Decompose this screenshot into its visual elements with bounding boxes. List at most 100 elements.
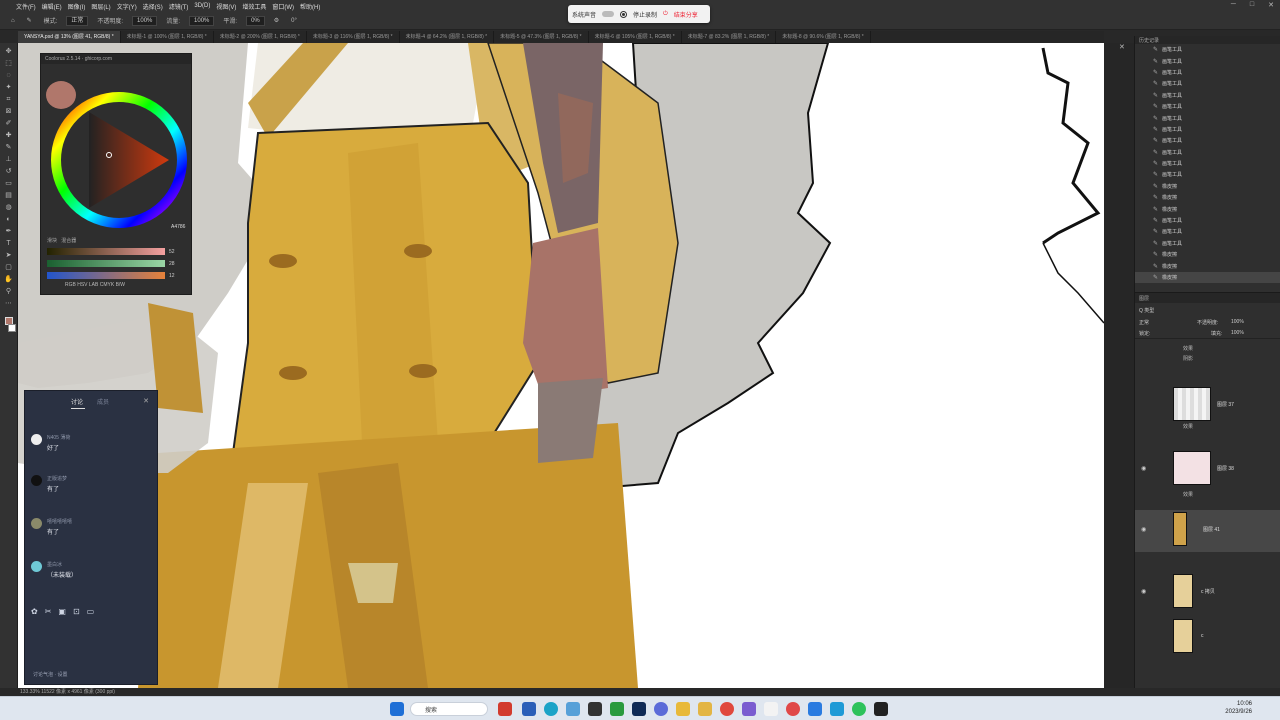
- flow-input[interactable]: 100%: [189, 15, 215, 26]
- layer-name[interactable]: 图层 37: [1217, 401, 1234, 408]
- close-icon[interactable]: ✕: [143, 397, 149, 405]
- tab-untitled-3[interactable]: 未标题-3 @ 116% (图层 1, RGB/8) *: [307, 31, 400, 43]
- menu-image[interactable]: 图像(I): [68, 2, 86, 11]
- more-tools-icon[interactable]: ⋯: [4, 299, 14, 308]
- windows-start-icon[interactable]: [390, 702, 404, 716]
- opacity-input[interactable]: 100%: [132, 15, 158, 26]
- menu-help[interactable]: 帮助(H): [300, 2, 320, 11]
- type-tool-icon[interactable]: T: [4, 239, 14, 248]
- tab-untitled-1[interactable]: 未标题-1 @ 100% (图层 1, RGB/8) *: [121, 31, 214, 43]
- history-item[interactable]: ✎ 画笔工具: [1135, 67, 1280, 78]
- home-icon[interactable]: ⌂: [8, 17, 18, 25]
- history-item[interactable]: ✎ 橡皮擦: [1135, 260, 1280, 271]
- red-value[interactable]: 52: [169, 249, 175, 255]
- visibility-eye-icon[interactable]: ◉: [1141, 526, 1146, 533]
- file-explorer-icon[interactable]: [676, 702, 690, 716]
- move-tool-icon[interactable]: ✥: [4, 47, 14, 56]
- path-select-icon[interactable]: ➤: [4, 251, 14, 260]
- screenshot-icon[interactable]: ⊡: [73, 607, 80, 616]
- tab-sliders[interactable]: 滑块: [47, 238, 57, 244]
- tab-untitled-4[interactable]: 未标题-4 @ 64.2% (图层 1, RGB/8) *: [400, 31, 495, 43]
- app-icon[interactable]: [874, 702, 888, 716]
- brush-tool-icon[interactable]: ✎: [4, 143, 14, 152]
- marquee-tool-icon[interactable]: ⬚: [4, 59, 14, 68]
- effect-label[interactable]: 效果: [1183, 491, 1193, 498]
- visibility-eye-icon[interactable]: ◉: [1141, 465, 1146, 472]
- menu-view[interactable]: 视图(V): [216, 2, 236, 11]
- quick-select-icon[interactable]: ✦: [4, 83, 14, 92]
- app-icon[interactable]: [786, 702, 800, 716]
- layer-filter-kind[interactable]: Q 类型: [1139, 307, 1154, 314]
- history-item[interactable]: ✎ 画笔工具: [1135, 135, 1280, 146]
- tab-untitled-2[interactable]: 未标题-2 @ 200% (图层 1, RGB/8) *: [214, 31, 307, 43]
- gradient-tool-icon[interactable]: ▤: [4, 191, 14, 200]
- healing-brush-icon[interactable]: ✚: [4, 131, 14, 140]
- collapse-panels-icon[interactable]: ✕: [1119, 43, 1125, 51]
- frame-tool-icon[interactable]: ⊠: [4, 107, 14, 116]
- app-icon[interactable]: [610, 702, 624, 716]
- end-share-button[interactable]: 结束分享: [674, 10, 698, 19]
- menu-edit[interactable]: 编辑(E): [42, 2, 62, 11]
- close-icon[interactable]: ✕: [1268, 1, 1274, 9]
- history-item[interactable]: ✎ 橡皮擦: [1135, 192, 1280, 203]
- crop-tool-icon[interactable]: ⌗: [4, 95, 14, 104]
- app-icon[interactable]: [742, 702, 756, 716]
- history-item[interactable]: ✎ 画笔工具: [1135, 101, 1280, 112]
- layer-name[interactable]: c 拷贝: [1201, 588, 1215, 595]
- layer-row[interactable]: 图层 37 效果: [1135, 387, 1280, 430]
- layer-opacity-input[interactable]: 100%: [1231, 319, 1244, 325]
- tab-untitled-7[interactable]: 未标题-7 @ 83.2% (图层 1, RGB/8) *: [682, 31, 777, 43]
- app-icon[interactable]: [808, 702, 822, 716]
- angle-input[interactable]: 0°: [288, 17, 300, 25]
- app-icon[interactable]: [852, 702, 866, 716]
- layer-row[interactable]: c: [1135, 619, 1280, 659]
- chat-footer[interactable]: 讨论气泡 · 设置: [33, 671, 67, 678]
- green-value[interactable]: 28: [169, 261, 175, 267]
- dodge-tool-icon[interactable]: ◐: [4, 215, 14, 224]
- history-item[interactable]: ✎ 画笔工具: [1135, 147, 1280, 158]
- app-icon[interactable]: [522, 702, 536, 716]
- app-icon[interactable]: [654, 702, 668, 716]
- effect-label[interactable]: 效果: [1183, 345, 1193, 352]
- app-icon[interactable]: [764, 702, 778, 716]
- menu-window[interactable]: 窗口(W): [272, 2, 294, 11]
- blend-mode-select[interactable]: 正常: [1139, 319, 1149, 326]
- tab-untitled-8[interactable]: 未标题-8 @ 90.6% (图层 1, RGB/8) *: [776, 31, 871, 43]
- history-item[interactable]: ✎ 画笔工具: [1135, 169, 1280, 180]
- tab-untitled-6[interactable]: 未标题-6 @ 105% (图层 1, RGB/8) *: [589, 31, 682, 43]
- app-icon[interactable]: [498, 702, 512, 716]
- tab-untitled-5[interactable]: 未标题-5 @ 47.3% (图层 1, RGB/8) *: [494, 31, 589, 43]
- stamp-tool-icon[interactable]: ⊥: [4, 155, 14, 164]
- brush-preset-icon[interactable]: ✎: [24, 16, 35, 25]
- app-icon[interactable]: [588, 702, 602, 716]
- layer-name[interactable]: c: [1201, 633, 1204, 639]
- green-slider[interactable]: [47, 260, 165, 267]
- layer-name[interactable]: 图层 41: [1203, 526, 1220, 533]
- maximize-icon[interactable]: □: [1250, 1, 1254, 9]
- history-item[interactable]: ✎ 画笔工具: [1135, 226, 1280, 237]
- record-icon[interactable]: [620, 10, 628, 18]
- zoom-tool-icon[interactable]: ⚲: [4, 287, 14, 296]
- layer-row[interactable]: ◉ c 拷贝: [1135, 574, 1280, 614]
- history-item[interactable]: ✎ 橡皮擦: [1135, 271, 1280, 284]
- image-icon[interactable]: ▣: [58, 607, 66, 616]
- layer-fill-input[interactable]: 100%: [1231, 330, 1244, 336]
- history-item[interactable]: ✎ 画笔工具: [1135, 238, 1280, 249]
- history-item[interactable]: ✎ 画笔工具: [1135, 124, 1280, 135]
- background-color-swatch[interactable]: [7, 324, 16, 332]
- pen-tool-icon[interactable]: ✒: [4, 227, 14, 236]
- history-item[interactable]: ✎ 画笔工具: [1135, 90, 1280, 101]
- blue-value[interactable]: 12: [169, 273, 175, 279]
- menu-file[interactable]: 文件(F): [16, 2, 36, 11]
- photoshop-icon[interactable]: [632, 702, 646, 716]
- menu-3d[interactable]: 3D(D): [194, 3, 210, 9]
- red-slider[interactable]: [47, 248, 165, 255]
- tab-discussion[interactable]: 讨论: [71, 397, 85, 409]
- color-wheel[interactable]: [51, 92, 187, 228]
- menu-plugins[interactable]: 增效工具: [242, 2, 266, 11]
- history-item[interactable]: ✎ 画笔工具: [1135, 55, 1280, 66]
- smoothing-input[interactable]: 0%: [246, 15, 265, 26]
- history-brush-icon[interactable]: ↺: [4, 167, 14, 176]
- shape-tool-icon[interactable]: ▢: [4, 263, 14, 272]
- menu-select[interactable]: 选择(S): [143, 2, 163, 11]
